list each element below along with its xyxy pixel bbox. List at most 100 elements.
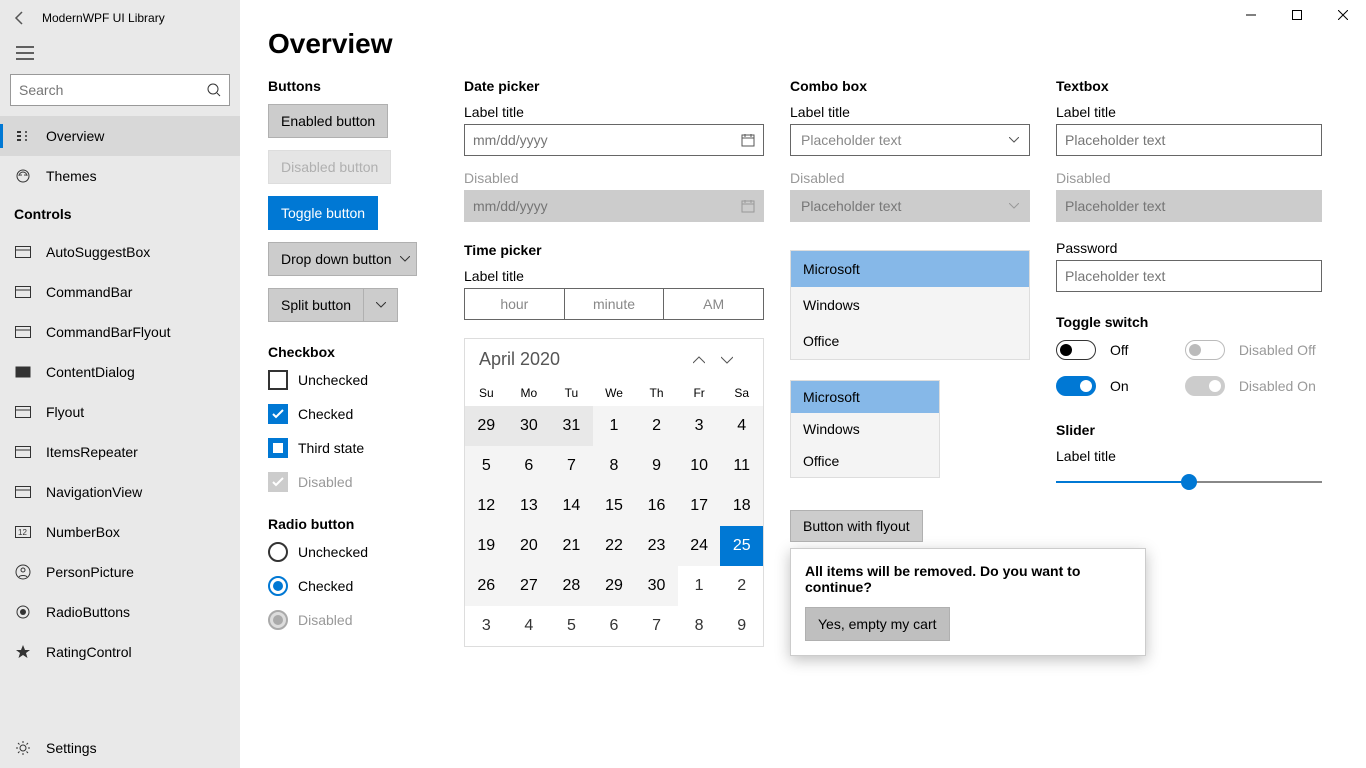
radio-unchecked[interactable]: Unchecked — [268, 542, 438, 562]
dropdown-button[interactable]: Drop down button — [268, 242, 417, 276]
calendar-cell[interactable]: 6 — [593, 606, 636, 646]
calendar-cell[interactable]: 17 — [678, 486, 721, 526]
nav-item-contentdialog[interactable]: ContentDialog — [0, 352, 240, 392]
calendar-cell[interactable]: 24 — [678, 526, 721, 566]
calendar-cell[interactable]: 29 — [465, 406, 508, 446]
calendar-cell[interactable]: 30 — [635, 566, 678, 606]
search-input[interactable] — [10, 74, 230, 106]
toggle-button[interactable]: Toggle button — [268, 196, 378, 230]
maximize-button[interactable] — [1274, 0, 1320, 30]
list-item[interactable]: Microsoft — [791, 381, 939, 413]
nav-settings[interactable]: Settings — [0, 728, 240, 768]
timepicker-minute[interactable]: minute — [564, 289, 664, 319]
nav-item-itemsrepeater[interactable]: ItemsRepeater — [0, 432, 240, 472]
calendar-cell[interactable]: 28 — [550, 566, 593, 606]
calendar-cell[interactable]: 18 — [720, 486, 763, 526]
nav-item-ratingcontrol[interactable]: RatingControl — [0, 632, 240, 672]
enabled-button[interactable]: Enabled button — [268, 104, 388, 138]
calendar[interactable]: April 2020 SuMoTuWeThFrSa 29303112345678… — [464, 338, 764, 647]
calendar-cell[interactable]: 21 — [550, 526, 593, 566]
calendar-cell[interactable]: 10 — [678, 446, 721, 486]
timepicker-ampm[interactable]: AM — [663, 289, 763, 319]
list-item[interactable]: Office — [791, 323, 1029, 359]
calendar-cell[interactable]: 7 — [635, 606, 678, 646]
calendar-cell[interactable]: 12 — [465, 486, 508, 526]
calendar-cell[interactable]: 7 — [550, 446, 593, 486]
calendar-cell[interactable]: 23 — [635, 526, 678, 566]
toggle-off[interactable]: Off — [1056, 340, 1135, 360]
calendar-cell[interactable]: 14 — [550, 486, 593, 526]
slider[interactable] — [1056, 472, 1322, 492]
toggle-on[interactable]: On — [1056, 376, 1135, 396]
calendar-cell[interactable]: 6 — [508, 446, 551, 486]
checkbox-third[interactable]: Third state — [268, 438, 438, 458]
calendar-cell[interactable]: 3 — [678, 406, 721, 446]
calendar-cell[interactable]: 30 — [508, 406, 551, 446]
calendar-cell[interactable]: 16 — [635, 486, 678, 526]
timepicker-hour[interactable]: hour — [465, 289, 564, 319]
nav-item-radiobuttons[interactable]: RadioButtons — [0, 592, 240, 632]
nav-item-commandbar[interactable]: CommandBar — [0, 272, 240, 312]
calendar-cell[interactable]: 5 — [465, 446, 508, 486]
calendar-cell[interactable]: 25 — [720, 526, 763, 566]
flyout-button[interactable]: Button with flyout — [790, 510, 923, 542]
textbox-input[interactable] — [1056, 124, 1322, 156]
calendar-cell[interactable]: 9 — [720, 606, 763, 646]
calendar-cell[interactable]: 8 — [593, 446, 636, 486]
calendar-cell[interactable]: 9 — [635, 446, 678, 486]
minimize-button[interactable] — [1228, 0, 1274, 30]
slider-thumb[interactable] — [1181, 474, 1197, 490]
back-icon[interactable] — [12, 10, 28, 26]
calendar-cell[interactable]: 29 — [593, 566, 636, 606]
calendar-cell[interactable]: 1 — [678, 566, 721, 606]
nav-item-themes[interactable]: Themes — [0, 156, 240, 196]
split-button-main[interactable]: Split button — [268, 288, 364, 322]
list-item[interactable]: Windows — [791, 287, 1029, 323]
calendar-cell[interactable]: 11 — [720, 446, 763, 486]
checkbox-checked[interactable]: Checked — [268, 404, 438, 424]
calendar-cell[interactable]: 2 — [635, 406, 678, 446]
calendar-cell[interactable]: 3 — [465, 606, 508, 646]
toggle-switch[interactable] — [1056, 376, 1096, 396]
split-button[interactable]: Split button — [268, 288, 398, 322]
nav-item-flyout[interactable]: Flyout — [0, 392, 240, 432]
calendar-cell[interactable]: 2 — [720, 566, 763, 606]
combo-box[interactable]: Placeholder text — [790, 124, 1030, 156]
calendar-icon[interactable] — [741, 133, 755, 147]
calendar-cell[interactable]: 8 — [678, 606, 721, 646]
calendar-cell[interactable]: 22 — [593, 526, 636, 566]
calendar-next[interactable] — [721, 356, 749, 364]
search-field[interactable] — [19, 82, 207, 98]
calendar-cell[interactable]: 19 — [465, 526, 508, 566]
list-item[interactable]: Microsoft — [791, 251, 1029, 287]
calendar-cell[interactable]: 31 — [550, 406, 593, 446]
calendar-prev[interactable] — [693, 356, 721, 364]
datepicker-input[interactable] — [464, 124, 764, 156]
calendar-cell[interactable]: 20 — [508, 526, 551, 566]
listbox-small[interactable]: MicrosoftWindowsOffice — [790, 380, 940, 478]
nav-item-numberbox[interactable]: 12NumberBox — [0, 512, 240, 552]
flyout-confirm-button[interactable]: Yes, empty my cart — [805, 607, 950, 641]
calendar-cell[interactable]: 15 — [593, 486, 636, 526]
hamburger-icon[interactable] — [0, 36, 240, 70]
calendar-cell[interactable]: 13 — [508, 486, 551, 526]
nav-item-personpicture[interactable]: PersonPicture — [0, 552, 240, 592]
nav-item-navigationview[interactable]: NavigationView — [0, 472, 240, 512]
close-button[interactable] — [1320, 0, 1366, 30]
listbox-large[interactable]: MicrosoftWindowsOffice — [790, 250, 1030, 360]
split-button-chevron[interactable] — [364, 288, 398, 322]
calendar-cell[interactable]: 1 — [593, 406, 636, 446]
calendar-cell[interactable]: 27 — [508, 566, 551, 606]
password-input[interactable] — [1056, 260, 1322, 292]
checkbox-unchecked[interactable]: Unchecked — [268, 370, 438, 390]
calendar-title[interactable]: April 2020 — [479, 349, 693, 370]
nav-item-overview[interactable]: Overview — [0, 116, 240, 156]
calendar-cell[interactable]: 4 — [508, 606, 551, 646]
nav-item-autosuggestbox[interactable]: AutoSuggestBox — [0, 232, 240, 272]
nav-item-commandbarflyout[interactable]: CommandBarFlyout — [0, 312, 240, 352]
calendar-cell[interactable]: 26 — [465, 566, 508, 606]
list-item[interactable]: Office — [791, 445, 939, 477]
calendar-cell[interactable]: 4 — [720, 406, 763, 446]
list-item[interactable]: Windows — [791, 413, 939, 445]
radio-checked[interactable]: Checked — [268, 576, 438, 596]
